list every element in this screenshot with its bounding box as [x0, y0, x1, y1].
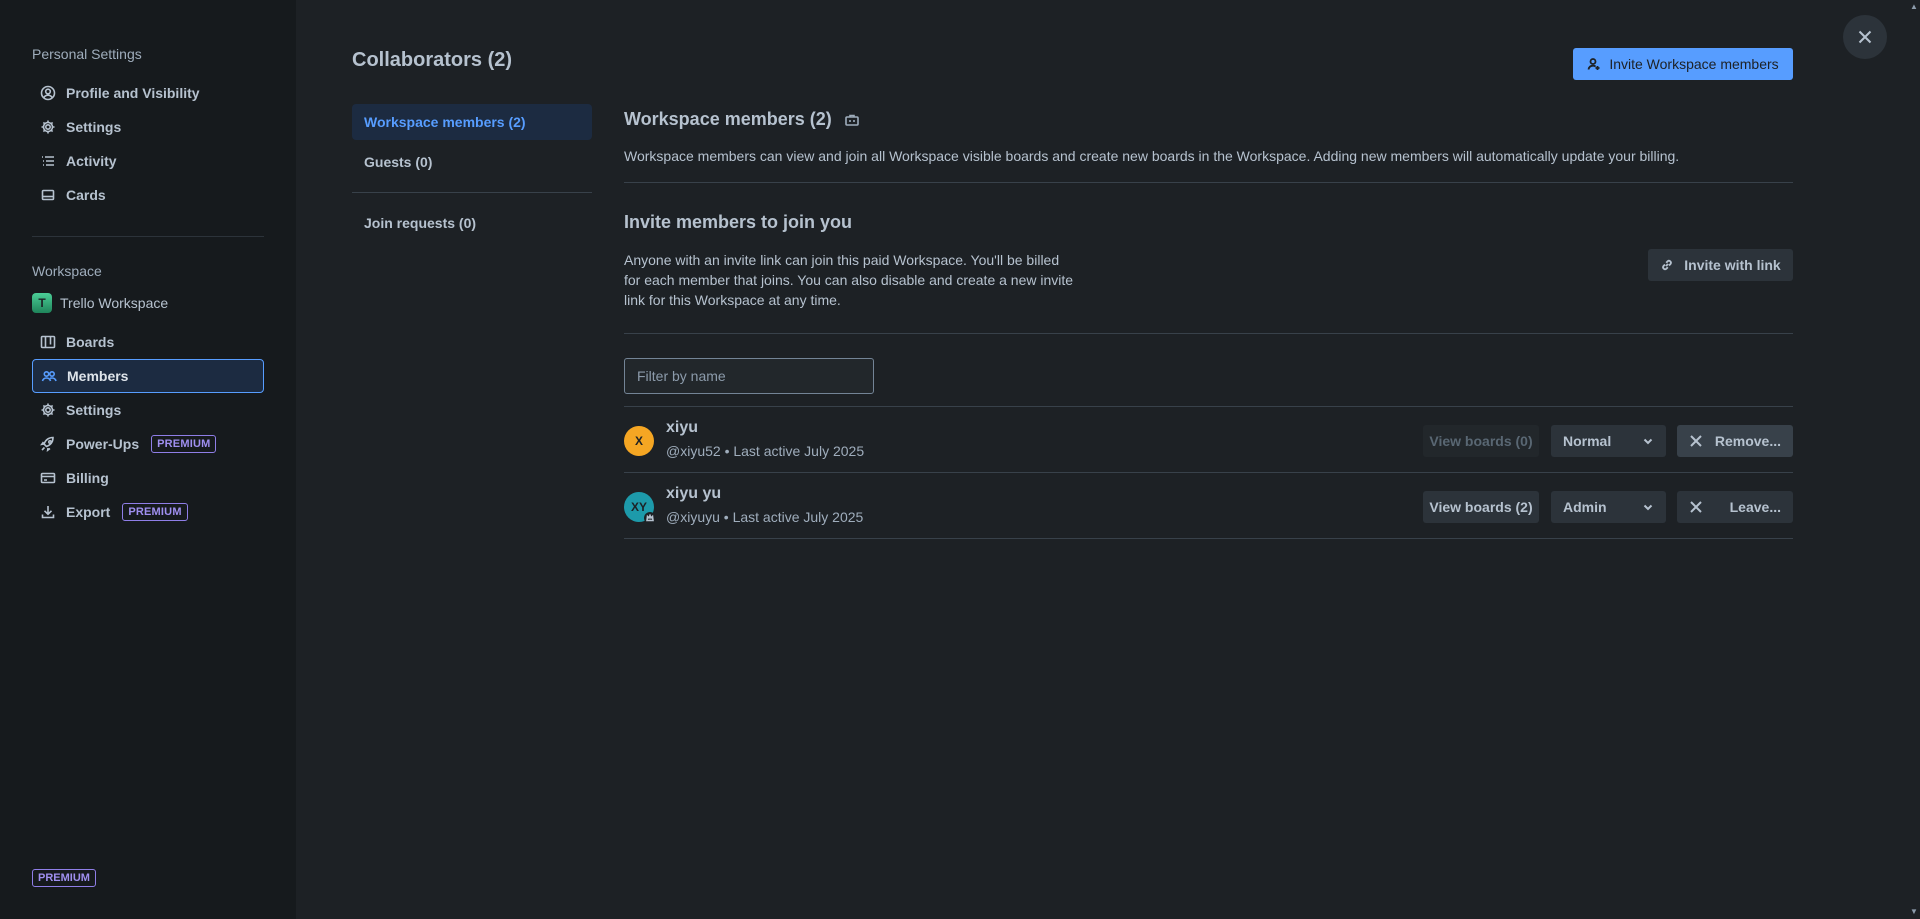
sidebar-item-personal-settings[interactable]: Settings [32, 110, 264, 144]
invite-with-link-button[interactable]: Invite with link [1648, 249, 1793, 281]
avatar[interactable]: XY [624, 492, 656, 524]
workspace-members-title-text: Workspace members (2) [624, 109, 832, 129]
invite-section-title: Invite members to join you [624, 212, 853, 232]
settings-sidebar: Personal Settings Profile and Visibility… [0, 0, 296, 919]
sidebar-item-label: Power-Ups [66, 436, 140, 452]
tab-guests[interactable]: Guests (0) [352, 144, 592, 180]
list-divider [624, 538, 1793, 539]
view-boards-button[interactable]: View boards (2) [1423, 491, 1539, 523]
leave-workspace-button[interactable]: Leave... [1677, 491, 1793, 523]
close-button[interactable] [1843, 15, 1887, 59]
filter-by-name-input[interactable] [624, 358, 874, 394]
sidebar-item-label: Settings [66, 119, 122, 135]
cards-icon [40, 187, 56, 203]
gear-icon [40, 119, 56, 135]
sidebar-item-profile[interactable]: Profile and Visibility [32, 76, 264, 110]
sidebar-item-label: Cards [66, 187, 106, 203]
workspace-members-description: Workspace members can view and join all … [624, 148, 1680, 164]
avatar-initials: XY [630, 500, 647, 514]
workspace-badge: T [32, 293, 52, 313]
members-icon [41, 368, 57, 384]
invite-workspace-members-label: Invite Workspace members [1609, 56, 1779, 72]
member-meta: @xiyuyu • Last active July 2025 [666, 509, 864, 525]
workspace-name: Trello Workspace [60, 295, 169, 311]
avatar-initials: X [634, 434, 643, 448]
leave-workspace-label: Leave... [1729, 499, 1781, 515]
chevron-down-icon [1643, 438, 1653, 445]
page-title: Collaborators (2) [352, 49, 513, 71]
section-divider [624, 182, 1793, 183]
member-meta: @xiyu52 • Last active July 2025 [666, 443, 865, 459]
sidebar-item-power-ups[interactable]: Power-Ups PREMIUM [32, 427, 264, 461]
profile-icon [40, 85, 56, 101]
sidebar-item-workspace-settings[interactable]: Settings [32, 393, 264, 427]
tab-join-requests[interactable]: Join requests (0) [352, 205, 592, 241]
member-name: xiyu [666, 419, 699, 436]
remove-member-button[interactable]: Remove... [1677, 425, 1793, 457]
member-row: X xiyu @xiyu52 • Last active July 2025 V… [624, 406, 1793, 472]
premium-badge: PREMIUM [151, 435, 217, 453]
premium-badge: PREMIUM [122, 503, 188, 521]
member-row: XY xiyu yu @xiyuyu • Last active July 20… [624, 472, 1793, 538]
download-icon [40, 504, 56, 520]
invite-workspace-members-button[interactable]: Invite Workspace members [1573, 48, 1793, 80]
role-select-value: Normal [1563, 433, 1612, 449]
link-icon [1662, 259, 1673, 271]
sidebar-item-billing[interactable]: Billing [32, 461, 264, 495]
workspace-members-title: Workspace members (2) [624, 109, 860, 130]
invite-section-description: Anyone with an invite link can join this… [624, 252, 1074, 308]
sidebar-item-label: Boards [66, 334, 115, 350]
member-name: xiyu yu [666, 485, 722, 502]
close-icon [1690, 435, 1702, 447]
scroll-down-arrow[interactable]: ▼ [1910, 907, 1920, 917]
admin-icon [644, 512, 656, 524]
remove-member-label: Remove... [1714, 433, 1781, 449]
role-select[interactable]: Admin [1551, 491, 1666, 523]
rocket-icon [40, 436, 56, 452]
sidebar-item-export[interactable]: Export PREMIUM [32, 495, 264, 529]
sidebar-item-label: Settings [66, 402, 122, 418]
sidebar-item-label: Profile and Visibility [66, 85, 200, 101]
workspace-name-row: T Trello Workspace [32, 293, 168, 313]
scroll-up-arrow[interactable]: ▲ [1910, 2, 1920, 12]
view-boards-button: View boards (0) [1423, 425, 1539, 457]
sidebar-divider [32, 236, 264, 237]
avatar[interactable]: X [624, 426, 654, 456]
personal-settings-heading: Personal Settings [32, 46, 142, 62]
activity-icon [40, 153, 56, 169]
sidebar-item-label: Billing [66, 470, 109, 486]
premium-badge-bottom: PREMIUM [32, 869, 96, 887]
close-icon [1858, 30, 1872, 44]
workspace-heading: Workspace [32, 263, 102, 279]
sidebar-item-activity[interactable]: Activity [32, 144, 264, 178]
close-icon [1690, 501, 1702, 513]
sidebar-item-boards[interactable]: Boards [32, 325, 264, 359]
subnav-divider [352, 192, 592, 193]
sidebar-item-label: Activity [66, 153, 117, 169]
sidebar-item-members[interactable]: Members [32, 359, 264, 393]
sidebar-item-label: Export [66, 504, 111, 520]
role-select[interactable]: Normal [1551, 425, 1666, 457]
tab-workspace-members[interactable]: Workspace members (2) [352, 104, 592, 140]
invite-with-link-label: Invite with link [1684, 257, 1781, 273]
chevron-down-icon [1643, 504, 1653, 511]
sidebar-item-label: Members [67, 368, 129, 384]
section-divider [624, 333, 1793, 334]
gear-icon [40, 402, 56, 418]
add-person-icon [1587, 58, 1600, 70]
briefcase-icon [844, 114, 859, 126]
boards-icon [40, 334, 56, 350]
card-icon [40, 470, 56, 486]
role-select-value: Admin [1563, 499, 1607, 515]
sidebar-item-cards[interactable]: Cards [32, 178, 264, 212]
